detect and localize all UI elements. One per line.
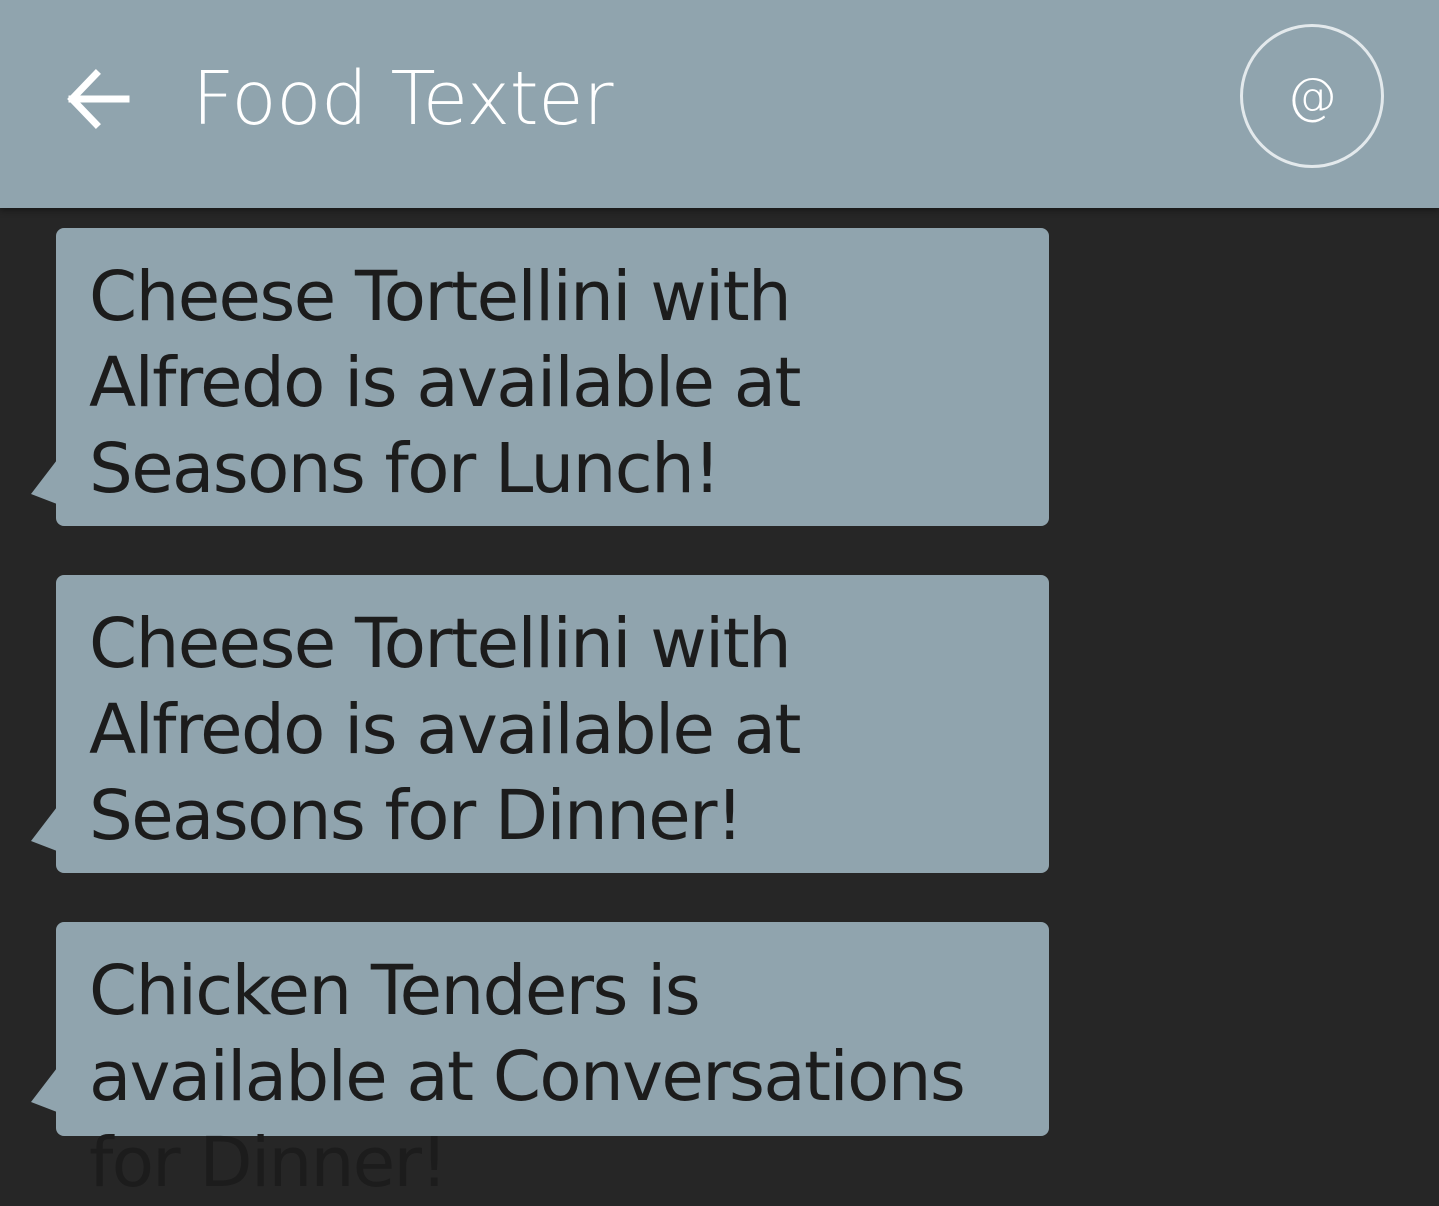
message-bubble[interactable]: Cheese Tortellini with Alfredo is availa… xyxy=(31,575,1049,873)
arrow-left-icon xyxy=(67,69,130,129)
message-list: Cheese Tortellini with Alfredo is availa… xyxy=(0,208,1439,1203)
message-text: Cheese Tortellini with Alfredo is availa… xyxy=(89,604,801,856)
app-title: Food Texter xyxy=(192,56,614,142)
bubble-tail xyxy=(31,806,57,864)
message-text: Cheese Tortellini with Alfredo is availa… xyxy=(89,257,801,509)
bubble-tail xyxy=(31,1067,57,1125)
back-button[interactable] xyxy=(52,54,142,144)
message-bubble[interactable]: Chicken Tenders is available at Conversa… xyxy=(31,922,1049,1203)
mention-button[interactable]: @ xyxy=(1240,24,1384,168)
message-text: Chicken Tenders is available at Conversa… xyxy=(89,951,966,1203)
app-bar: Food Texter @ xyxy=(0,0,1439,208)
bubble-tail xyxy=(31,459,57,517)
message-bubble[interactable]: Cheese Tortellini with Alfredo is availa… xyxy=(31,228,1049,526)
